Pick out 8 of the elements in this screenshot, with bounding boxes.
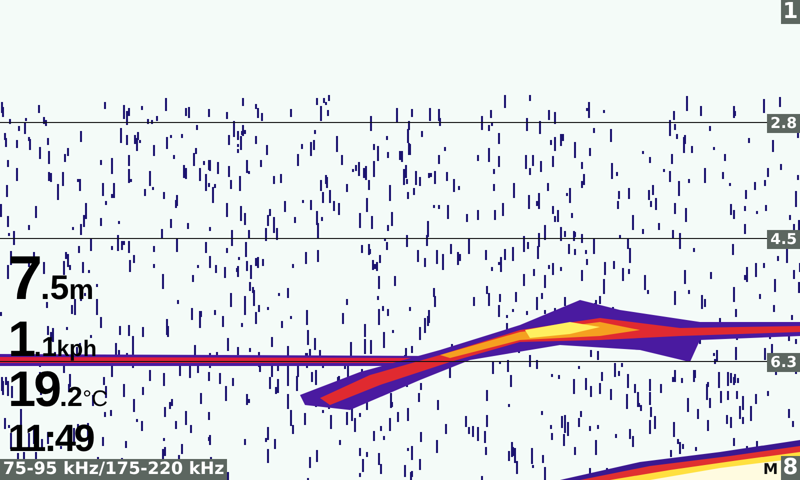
depth-line-label: 4.5	[767, 230, 800, 249]
depth-readout: 7.5m	[8, 248, 95, 314]
depth-unit: M	[763, 460, 778, 478]
depth-scale-top: 1	[780, 0, 800, 24]
frequency-label: 75-95 kHz/175-220 kHz	[0, 459, 228, 480]
depth-line-label: 2.8	[767, 114, 800, 133]
depth-line-label: 6.3	[767, 353, 800, 372]
depth-scale-bottom: 8	[780, 456, 800, 480]
